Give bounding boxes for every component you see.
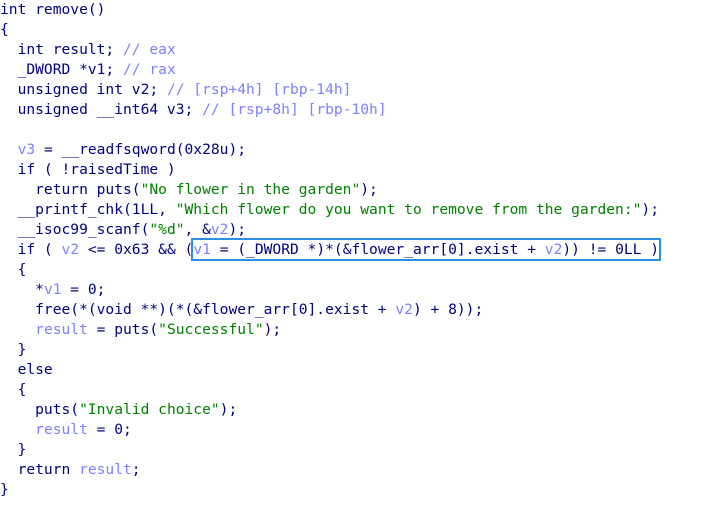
code-token: v1 <box>43 281 62 298</box>
code-token: "Which flower do you want to remove from… <box>175 201 642 218</box>
code-token: result <box>35 321 88 338</box>
code-line: { <box>0 260 659 280</box>
code-line: { <box>0 380 659 400</box>
code-token: { <box>0 261 27 278</box>
code-token: unsigned __int64 v3; <box>0 101 203 118</box>
code-line: unsigned __int64 v3; // [rsp+8h] [rbp-10… <box>0 100 659 120</box>
code-token: __isoc99_scanf( <box>0 221 150 238</box>
code-line: __isoc99_scanf("%d", &v2); <box>0 220 659 240</box>
code-line: puts("Invalid choice"); <box>0 400 659 420</box>
code-token: // eax <box>123 41 176 58</box>
code-token: ) + 8)); <box>412 301 484 318</box>
code-token: // [rsp+4h] [rbp-14h] <box>166 81 352 98</box>
code-token: ); <box>228 221 247 238</box>
code-token: else <box>0 361 53 378</box>
code-token: // rax <box>123 61 176 78</box>
code-line: int result; // eax <box>0 40 659 60</box>
code-line: _DWORD *v1; // rax <box>0 60 659 80</box>
code-line: } <box>0 340 659 360</box>
code-token: v2 <box>61 241 80 258</box>
code-token: = __readfsqword(0x28u); <box>35 141 247 158</box>
code-token: if ( !raisedTime ) <box>0 161 176 178</box>
code-token: return puts( <box>0 181 141 198</box>
code-line: } <box>0 440 659 460</box>
code-line: int remove() <box>0 0 659 20</box>
code-token: v2 <box>210 221 229 238</box>
code-token: ); <box>641 201 659 218</box>
code-token: <= 0x63 && ( <box>79 241 194 258</box>
code-token: ; <box>131 461 141 478</box>
code-line: if ( !raisedTime ) <box>0 160 659 180</box>
code-token: int remove() <box>0 1 106 18</box>
code-token: result <box>35 421 88 438</box>
code-token: __printf_chk(1LL, <box>0 201 176 218</box>
code-token: * <box>0 281 44 298</box>
code-token: if ( <box>0 241 62 258</box>
code-token: unsigned int v2; <box>0 81 167 98</box>
code-token: "%d" <box>149 221 185 238</box>
code-token: _DWORD *v1; <box>0 61 124 78</box>
code-token: return <box>0 461 80 478</box>
code-token: int result; <box>0 41 124 58</box>
code-token: ); <box>263 321 282 338</box>
code-token: } <box>0 441 27 458</box>
code-token: ); <box>219 401 238 418</box>
code-line: else <box>0 360 659 380</box>
code-token: } <box>0 481 9 498</box>
code-token: v2 <box>395 301 413 318</box>
code-line: return result; <box>0 460 659 480</box>
code-token: puts( <box>0 401 80 418</box>
code-token: = 0; <box>87 421 132 438</box>
code-line: unsigned int v2; // [rsp+4h] [rbp-14h] <box>0 80 659 100</box>
code-token: v3 <box>17 141 36 158</box>
code-line: return puts("No flower in the garden"); <box>0 180 659 200</box>
code-token: // [rsp+8h] [rbp-10h] <box>202 101 387 118</box>
code-token: ); <box>360 181 378 198</box>
code-token: "Invalid choice" <box>79 401 220 418</box>
code-line: result = 0; <box>0 420 659 440</box>
code-token: { <box>0 21 9 38</box>
code-token: free(*(void **)(*(&flower_arr[0].exist + <box>0 301 396 318</box>
code-token: result <box>79 461 132 478</box>
code-line: free(*(void **)(*(&flower_arr[0].exist +… <box>0 300 659 320</box>
code-line: __printf_chk(1LL, "Which flower do you w… <box>0 200 659 220</box>
code-line: { <box>0 20 659 40</box>
highlight-box <box>191 238 661 261</box>
code-token: , & <box>184 221 211 238</box>
code-line: result = puts("Successful"); <box>0 320 659 340</box>
code-token: "No flower in the garden" <box>140 181 361 198</box>
code-token: = 0; <box>61 281 106 298</box>
code-line: } <box>0 480 659 500</box>
code-token: "Successful" <box>158 321 264 338</box>
code-token: { <box>0 381 27 398</box>
code-token: } <box>0 341 27 358</box>
code-line: *v1 = 0; <box>0 280 659 300</box>
code-line: v3 = __readfsqword(0x28u); <box>0 140 659 160</box>
code-token: = puts( <box>87 321 159 338</box>
